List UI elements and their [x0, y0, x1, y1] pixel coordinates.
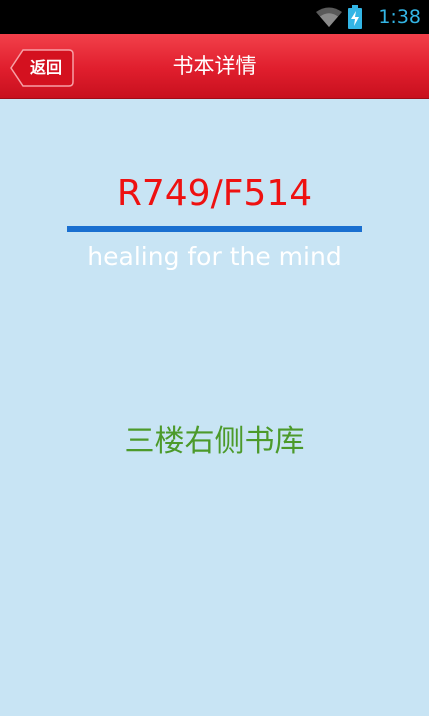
app-header: 返回 书本详情 — [0, 34, 429, 99]
back-button-label: 返回 — [29, 58, 62, 77]
wifi-icon — [316, 7, 342, 27]
book-call-number: R749/F514 — [116, 173, 313, 214]
book-title: healing for the mind — [87, 242, 342, 271]
book-location: 三楼右侧书库 — [124, 424, 305, 459]
status-bar: 1:38 — [0, 0, 429, 34]
title-divider — [67, 226, 362, 232]
battery-charging-icon — [348, 5, 362, 29]
status-time: 1:38 — [378, 6, 421, 28]
back-button[interactable]: 返回 — [10, 49, 74, 87]
